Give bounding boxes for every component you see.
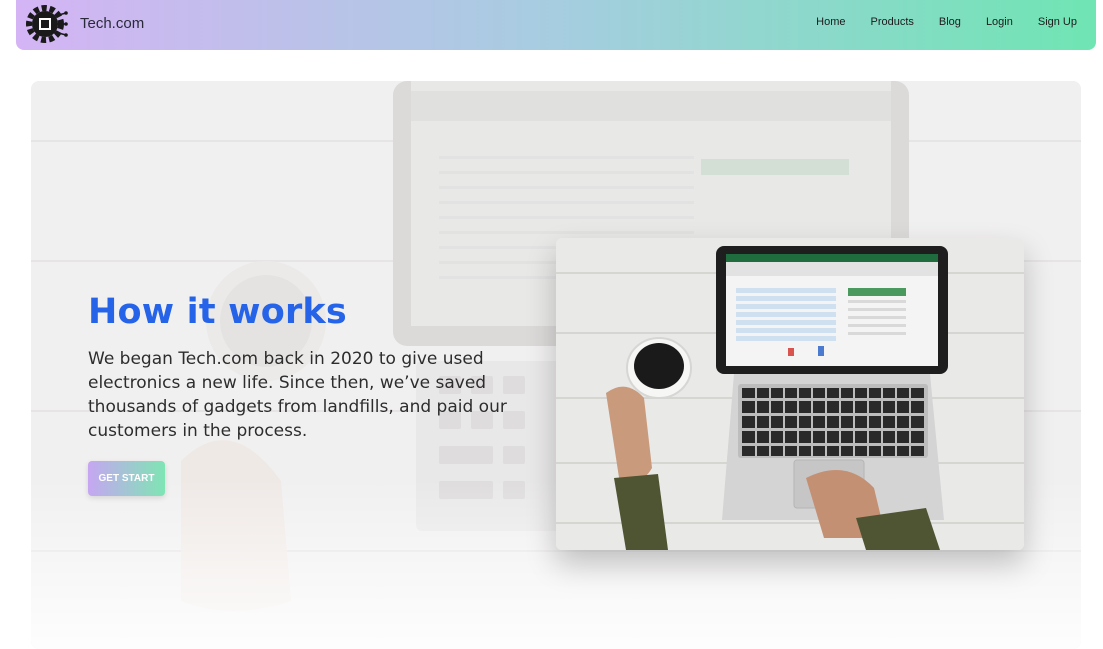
nav-home-link[interactable]: Home <box>816 16 845 28</box>
hero-title: How it works <box>88 292 347 332</box>
nav-signup-link[interactable]: Sign Up <box>1038 16 1077 28</box>
navbar: Tech.com Home Products Blog Login Sign U… <box>16 0 1096 50</box>
brand-name[interactable]: Tech.com <box>80 15 144 32</box>
chip-gear-icon[interactable] <box>22 1 68 47</box>
hero-section: How it works We began Tech.com back in 2… <box>31 81 1081 649</box>
nav-login-link[interactable]: Login <box>986 16 1013 28</box>
nav-products-link[interactable]: Products <box>870 16 913 28</box>
nav-links: Home Products Blog Login Sign Up <box>791 16 1077 28</box>
hero-description: We began Tech.com back in 2020 to give u… <box>88 349 507 441</box>
laptop-coffee-photo <box>556 238 1024 550</box>
get-start-button[interactable]: GET START <box>88 461 165 496</box>
nav-blog-link[interactable]: Blog <box>939 16 961 28</box>
